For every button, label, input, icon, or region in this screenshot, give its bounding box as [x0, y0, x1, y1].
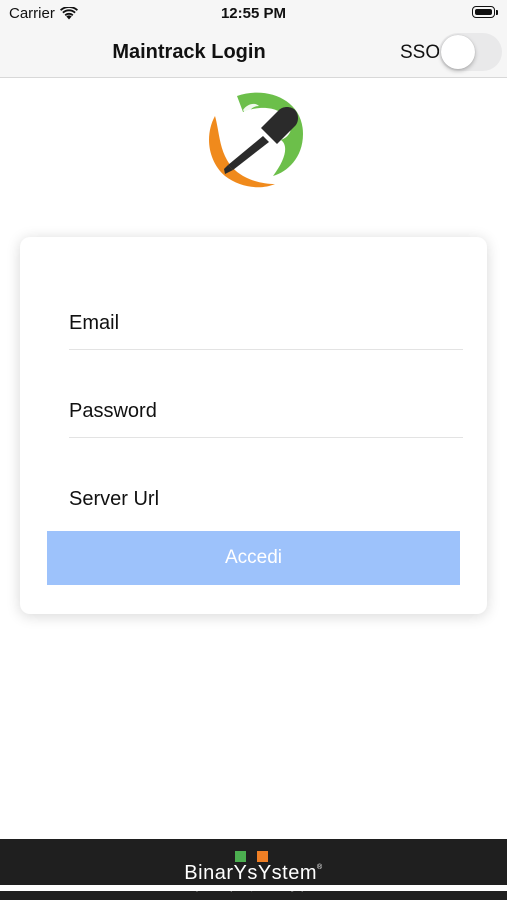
email-field-container: [69, 310, 463, 350]
password-divider: [69, 437, 463, 438]
login-screen: Carrier 12:55 PM Maintrack Login SSO Ema…: [0, 0, 507, 900]
status-bar: Carrier 12:55 PM: [0, 0, 507, 28]
sso-label: SSO: [400, 42, 441, 63]
login-button[interactable]: Accedi: [47, 531, 460, 585]
server-url-field[interactable]: [69, 486, 463, 512]
navigation-bar: Maintrack Login SSO: [0, 28, 507, 78]
maintrack-logo-icon: [209, 92, 303, 188]
login-card: Accedi: [20, 237, 487, 614]
battery-icon: [472, 6, 498, 19]
email-divider: [69, 349, 463, 350]
password-field[interactable]: [69, 398, 463, 424]
footer-divider: [0, 885, 507, 891]
password-field-container: [69, 398, 463, 438]
status-time: 12:55 PM: [220, 5, 287, 22]
email-field[interactable]: [69, 310, 463, 336]
page-title: Maintrack Login: [112, 41, 266, 63]
sso-toggle-knob: [441, 35, 475, 69]
sso-toggle[interactable]: [439, 33, 502, 71]
brand-name: BinarYsYstem®: [184, 862, 323, 884]
server-url-field-container: [69, 486, 463, 512]
